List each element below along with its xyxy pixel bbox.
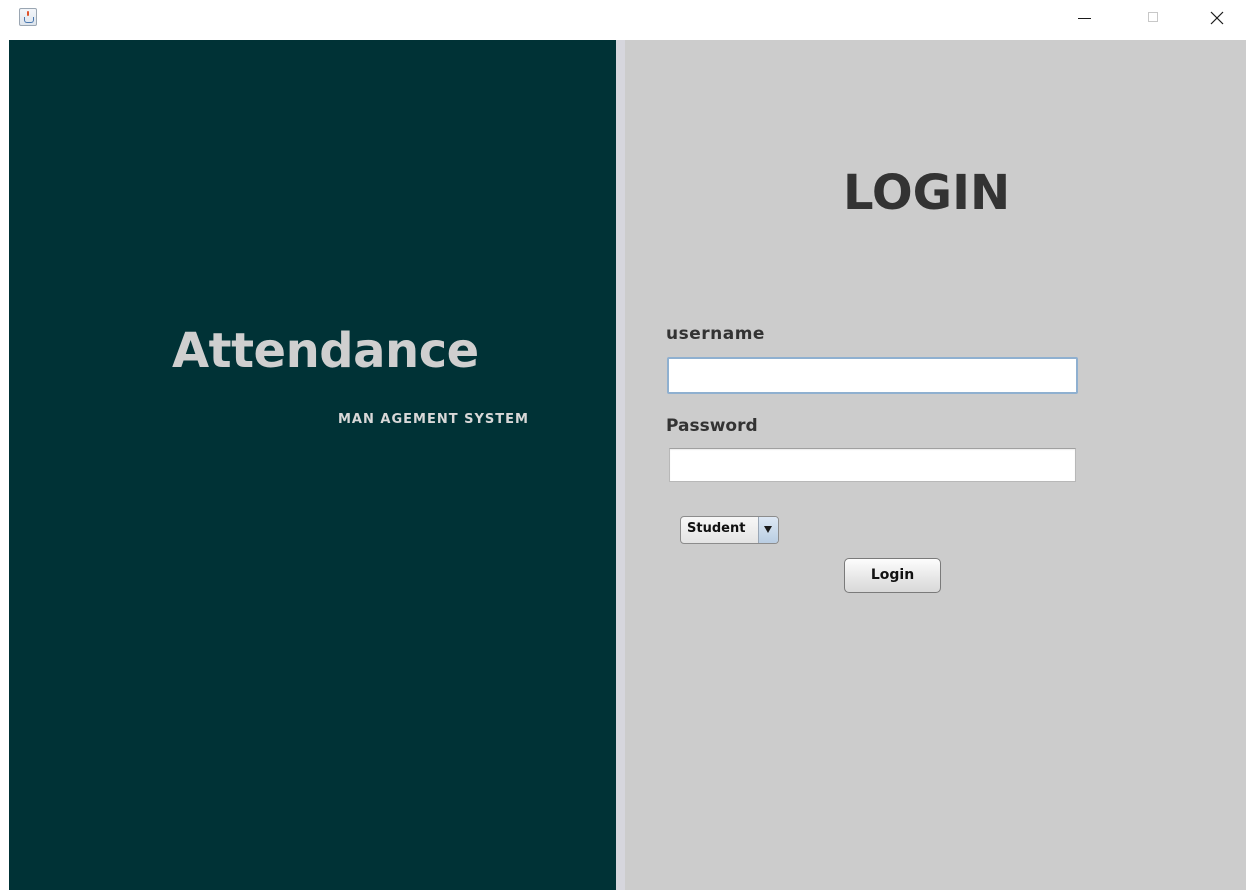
chevron-down-icon <box>764 526 772 533</box>
role-select-value: Student <box>687 521 746 536</box>
close-button[interactable] <box>1194 0 1240 36</box>
panel-divider <box>616 40 625 890</box>
minimize-icon <box>1078 18 1091 19</box>
username-label: username <box>666 324 765 344</box>
java-cup-icon <box>19 8 37 26</box>
app-window: Attendance MAN AGEMENT SYSTEM LOGIN user… <box>0 0 1246 890</box>
login-panel: LOGIN username Password Student Login <box>625 40 1246 890</box>
minimize-button[interactable] <box>1062 0 1108 36</box>
title-bar <box>0 0 1246 40</box>
role-select[interactable]: Student <box>680 516 779 544</box>
maximize-button[interactable] <box>1131 0 1177 36</box>
close-icon <box>1210 11 1224 25</box>
app-title: Attendance <box>172 323 479 379</box>
role-select-arrow-button[interactable] <box>758 517 778 543</box>
username-field[interactable] <box>667 357 1078 394</box>
branding-panel: Attendance MAN AGEMENT SYSTEM <box>9 40 616 890</box>
login-button[interactable]: Login <box>844 558 941 593</box>
maximize-icon <box>1148 12 1158 22</box>
login-heading: LOGIN <box>843 165 1011 221</box>
password-label: Password <box>666 416 758 436</box>
app-subtitle: MAN AGEMENT SYSTEM <box>338 412 529 427</box>
password-field[interactable] <box>669 448 1076 482</box>
